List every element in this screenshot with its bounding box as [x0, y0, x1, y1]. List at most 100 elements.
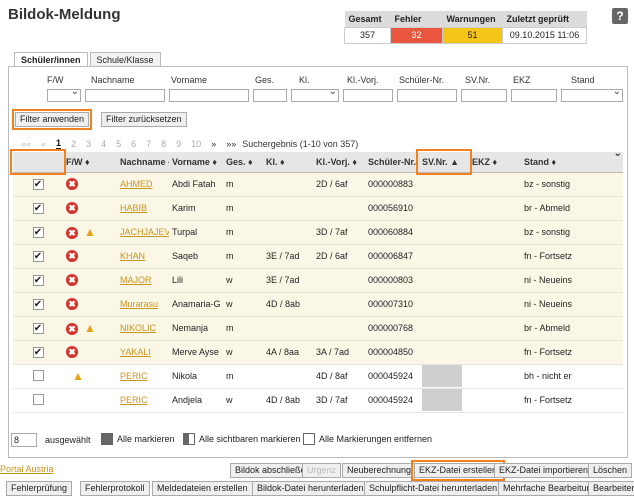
- error-icon: ✖: [66, 178, 78, 190]
- ekz-cell: [469, 268, 521, 293]
- col-ekz[interactable]: EKZ ♦: [469, 152, 521, 173]
- filter-kl-vorj-input[interactable]: [343, 89, 393, 102]
- row-checkbox[interactable]: ✔: [32, 226, 44, 238]
- help-icon[interactable]: ?: [612, 8, 628, 24]
- nachname-cell: PERIC: [117, 388, 169, 413]
- filter-nachname-input[interactable]: [85, 89, 165, 102]
- vorname-cell: Karim: [169, 196, 223, 221]
- row-checkbox[interactable]: ✔: [32, 346, 44, 358]
- pager-page-3[interactable]: 3: [86, 139, 91, 149]
- col-ges[interactable]: Ges. ♦: [223, 152, 263, 173]
- unmark-all-button[interactable]: Alle Markierungen entfernen: [303, 433, 432, 445]
- nachname-link[interactable]: PERIC: [120, 371, 148, 381]
- ekz-import-button[interactable]: EKZ-Datei importieren: [494, 463, 594, 478]
- pager-first-button[interactable]: ««: [21, 139, 31, 149]
- pager-page-7[interactable]: 7: [146, 139, 151, 149]
- table-row[interactable]: ▲ PERIC Nikola m 4D / 8af 000045924 bh - nicht…: [13, 364, 623, 389]
- fehlerprotokoll-button[interactable]: Fehlerprotokoll: [80, 481, 150, 496]
- nachname-link[interactable]: MAJOR: [120, 275, 152, 285]
- pager-page-5[interactable]: 5: [116, 139, 121, 149]
- fehlerpruefung-button[interactable]: Fehlerprüfung: [6, 481, 73, 496]
- nachname-link[interactable]: Murarasu: [120, 299, 158, 309]
- row-checkbox[interactable]: ✔: [32, 322, 44, 334]
- table-row[interactable]: ✔ ✖ AHMED Abdi Fatah m 2D / 6af 000000883 bz - …: [13, 172, 623, 197]
- table-row[interactable]: ✔ ✖ HABIB Karim m 000056910 br - Abmeld: [13, 196, 623, 221]
- ekz-erstellen-button[interactable]: EKZ-Datei erstellen: [410, 460, 506, 481]
- ges-cell: m: [223, 196, 263, 221]
- col-kl[interactable]: Kl. ♦: [263, 152, 313, 173]
- nachname-link[interactable]: PERIC: [120, 395, 148, 405]
- meldedateien-erstellen-button[interactable]: Meldedateien erstellen: [152, 481, 253, 496]
- table-row[interactable]: ✔ ✖ ▲ JACHJAJEV Turpal m 3D / 7af 000060884 bz -…: [13, 220, 623, 245]
- col-fw[interactable]: F/W ♦: [63, 152, 117, 173]
- svnr-cell: [419, 196, 469, 221]
- filter-schueler-nr-input[interactable]: [397, 89, 457, 102]
- mark-all-button[interactable]: Alle markieren: [101, 433, 175, 445]
- bildok-download-button[interactable]: Bildok-Datei herunterladen: [252, 481, 369, 496]
- pager-page-4[interactable]: 4: [101, 139, 106, 149]
- bearbeiten-button[interactable]: Bearbeiten: [588, 481, 634, 496]
- row-checkbox[interactable]: ✔: [32, 178, 44, 190]
- filter-label-svnr: SV.Nr.: [465, 75, 491, 85]
- row-checkbox[interactable]: [32, 393, 44, 405]
- filter-stand-select[interactable]: [561, 86, 623, 102]
- filter-reset-button[interactable]: Filter zurücksetzen: [101, 112, 187, 127]
- pager-page-9[interactable]: 9: [176, 139, 181, 149]
- filter-kl-select[interactable]: [291, 86, 339, 102]
- row-checkbox[interactable]: ✔: [32, 202, 44, 214]
- col-stand[interactable]: Stand ♦: [521, 152, 623, 173]
- filter-ges-input[interactable]: [253, 89, 287, 102]
- table-row[interactable]: ✔ ✖ MAJOR Lili w 3E / 7ad 000000803 ni - Neuein…: [13, 268, 623, 293]
- col-kl-vorj[interactable]: Kl.-Vorj. ♦: [313, 152, 365, 173]
- table-row[interactable]: ✔ ✖ Murarasu Anamaria-G w 4D / 8ab 000007310 ni…: [13, 292, 623, 317]
- svnr-cell: [419, 388, 469, 413]
- filter-ekz-input[interactable]: [511, 89, 557, 102]
- nachname-link[interactable]: KHAN: [120, 251, 145, 261]
- col-nachname[interactable]: Nachname ♦: [117, 152, 169, 173]
- neuberechnung-button[interactable]: Neuberechnung: [342, 463, 417, 478]
- filter-fw-select[interactable]: [47, 86, 81, 102]
- tab-school-class[interactable]: Schule/Klasse: [89, 52, 161, 67]
- row-checkbox[interactable]: [32, 369, 44, 381]
- pager-page-10[interactable]: 10: [191, 139, 201, 149]
- select-cell: ✔: [13, 220, 63, 245]
- schulpflicht-download-button[interactable]: Schulpflicht-Datei herunterladen: [364, 481, 503, 496]
- row-checkbox[interactable]: ✔: [32, 274, 44, 286]
- loeschen-button[interactable]: Löschen: [588, 463, 633, 478]
- pager-page-1[interactable]: 1: [56, 138, 62, 150]
- pager-last-button[interactable]: »»: [226, 139, 236, 149]
- nachname-link[interactable]: NIKOLIC: [120, 323, 156, 333]
- mehrfache-bearbeitung-button[interactable]: Mehrfache Bearbeitung: [498, 481, 602, 496]
- table-row[interactable]: PERIC Andjela w 4D / 8ab 3D / 7af 000045924 fn…: [13, 388, 623, 413]
- pager-page-8[interactable]: 8: [161, 139, 166, 149]
- mark-visible-button[interactable]: Alle sichtbaren markieren: [183, 433, 301, 445]
- select-cell: [13, 364, 63, 389]
- svnr-cell: [419, 172, 469, 197]
- svnr-cell: [419, 244, 469, 269]
- pager-prev-button[interactable]: «: [41, 139, 46, 149]
- col-schueler-nr[interactable]: Schüler-Nr. ♦: [365, 152, 419, 173]
- urgenz-button[interactable]: Urgenz: [302, 463, 342, 478]
- table-row[interactable]: ✔ ✖ ▲ NIKOLIC Nemanja m 000000768 br - Abmeld: [13, 316, 623, 341]
- row-checkbox[interactable]: ✔: [32, 298, 44, 310]
- nachname-link[interactable]: JACHJAJEV: [120, 227, 169, 237]
- row-checkbox[interactable]: ✔: [32, 250, 44, 262]
- table-row[interactable]: ✔ ✖ KHAN Saqeb m 3E / 7ad 2D / 6af 000006847 fn …: [13, 244, 623, 269]
- stand-cell: ni - Neueins: [521, 292, 623, 317]
- col-svnr[interactable]: SV.Nr. ▲: [416, 149, 472, 175]
- col-vorname[interactable]: Vorname ♦: [169, 152, 223, 173]
- nachname-link[interactable]: AHMED: [120, 179, 153, 189]
- pager-page-6[interactable]: 6: [131, 139, 136, 149]
- ekz-cell: [469, 172, 521, 197]
- kl-vorj-cell: [313, 292, 365, 317]
- portal-austria-link[interactable]: Portal Austria: [0, 464, 54, 474]
- nachname-link[interactable]: HABIB: [120, 203, 147, 213]
- pager-page-2[interactable]: 2: [71, 139, 76, 149]
- tab-students[interactable]: Schüler/innen: [14, 52, 88, 67]
- filter-vorname-input[interactable]: [169, 89, 249, 102]
- table-row[interactable]: ✔ ✖ YAKALI Merve Ayse w 4A / 8aa 3A / 7ad 00000…: [13, 340, 623, 365]
- pager-next-button[interactable]: »: [211, 139, 216, 149]
- nachname-link[interactable]: YAKALI: [120, 347, 151, 357]
- filter-svnr-input[interactable]: [461, 89, 507, 102]
- filter-apply-button[interactable]: Filter anwenden: [11, 109, 93, 130]
